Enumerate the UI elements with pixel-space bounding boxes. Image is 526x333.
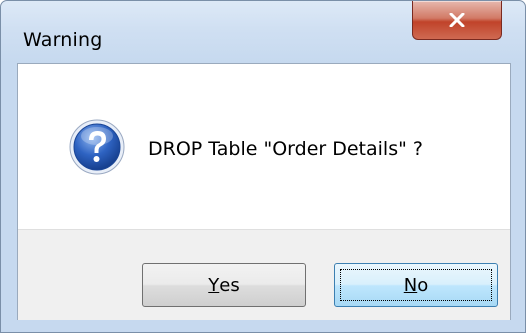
close-button[interactable]: [412, 1, 502, 40]
no-button[interactable]: No: [334, 263, 498, 307]
close-icon: [449, 13, 465, 27]
yes-button-mnemonic: Y: [208, 274, 220, 296]
focus-rectangle: [340, 269, 492, 301]
dialog-message: DROP Table "Order Details" ?: [148, 138, 423, 160]
warning-dialog: Warning DROP Table "Order Details" ? Y e…: [0, 0, 526, 333]
dialog-client-area: DROP Table "Order Details" ? Yes No: [17, 63, 511, 320]
question-icon: [68, 118, 126, 176]
window-title: Warning: [23, 29, 103, 51]
message-area: DROP Table "Order Details" ?: [18, 64, 510, 229]
button-bar: Yes No: [18, 229, 510, 320]
yes-button[interactable]: Yes: [142, 263, 306, 307]
yes-button-label: es: [219, 274, 240, 296]
title-bar[interactable]: Warning: [1, 1, 525, 63]
